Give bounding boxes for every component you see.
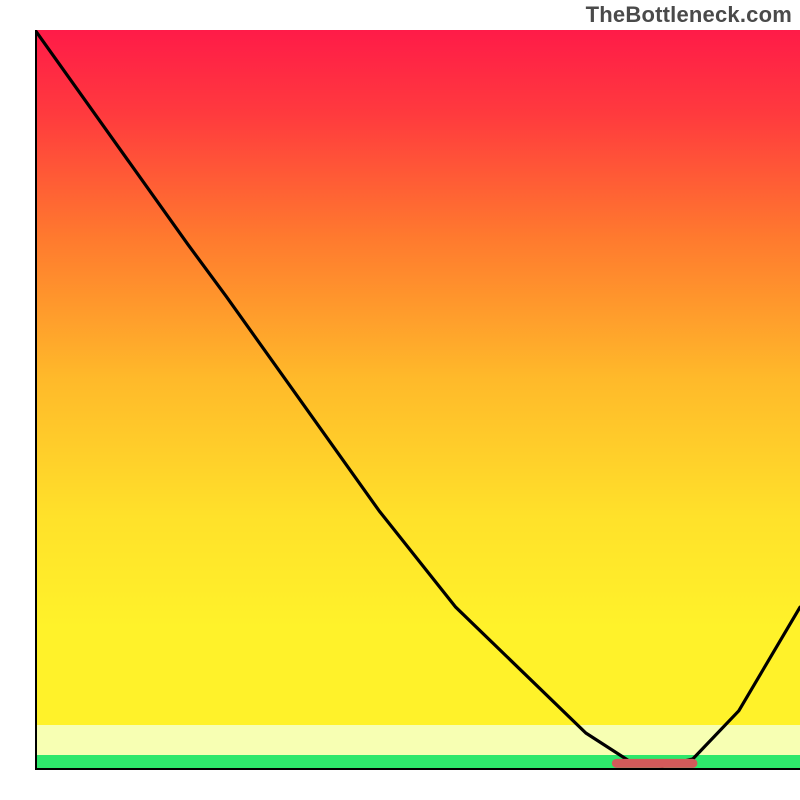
chart-background-gradient (35, 30, 800, 725)
chart-svg (35, 30, 800, 770)
chart-background-pale-band (35, 725, 800, 755)
chart-plot (35, 30, 800, 770)
chart-container: TheBottleneck.com (0, 0, 800, 800)
watermark-text: TheBottleneck.com (586, 2, 792, 28)
